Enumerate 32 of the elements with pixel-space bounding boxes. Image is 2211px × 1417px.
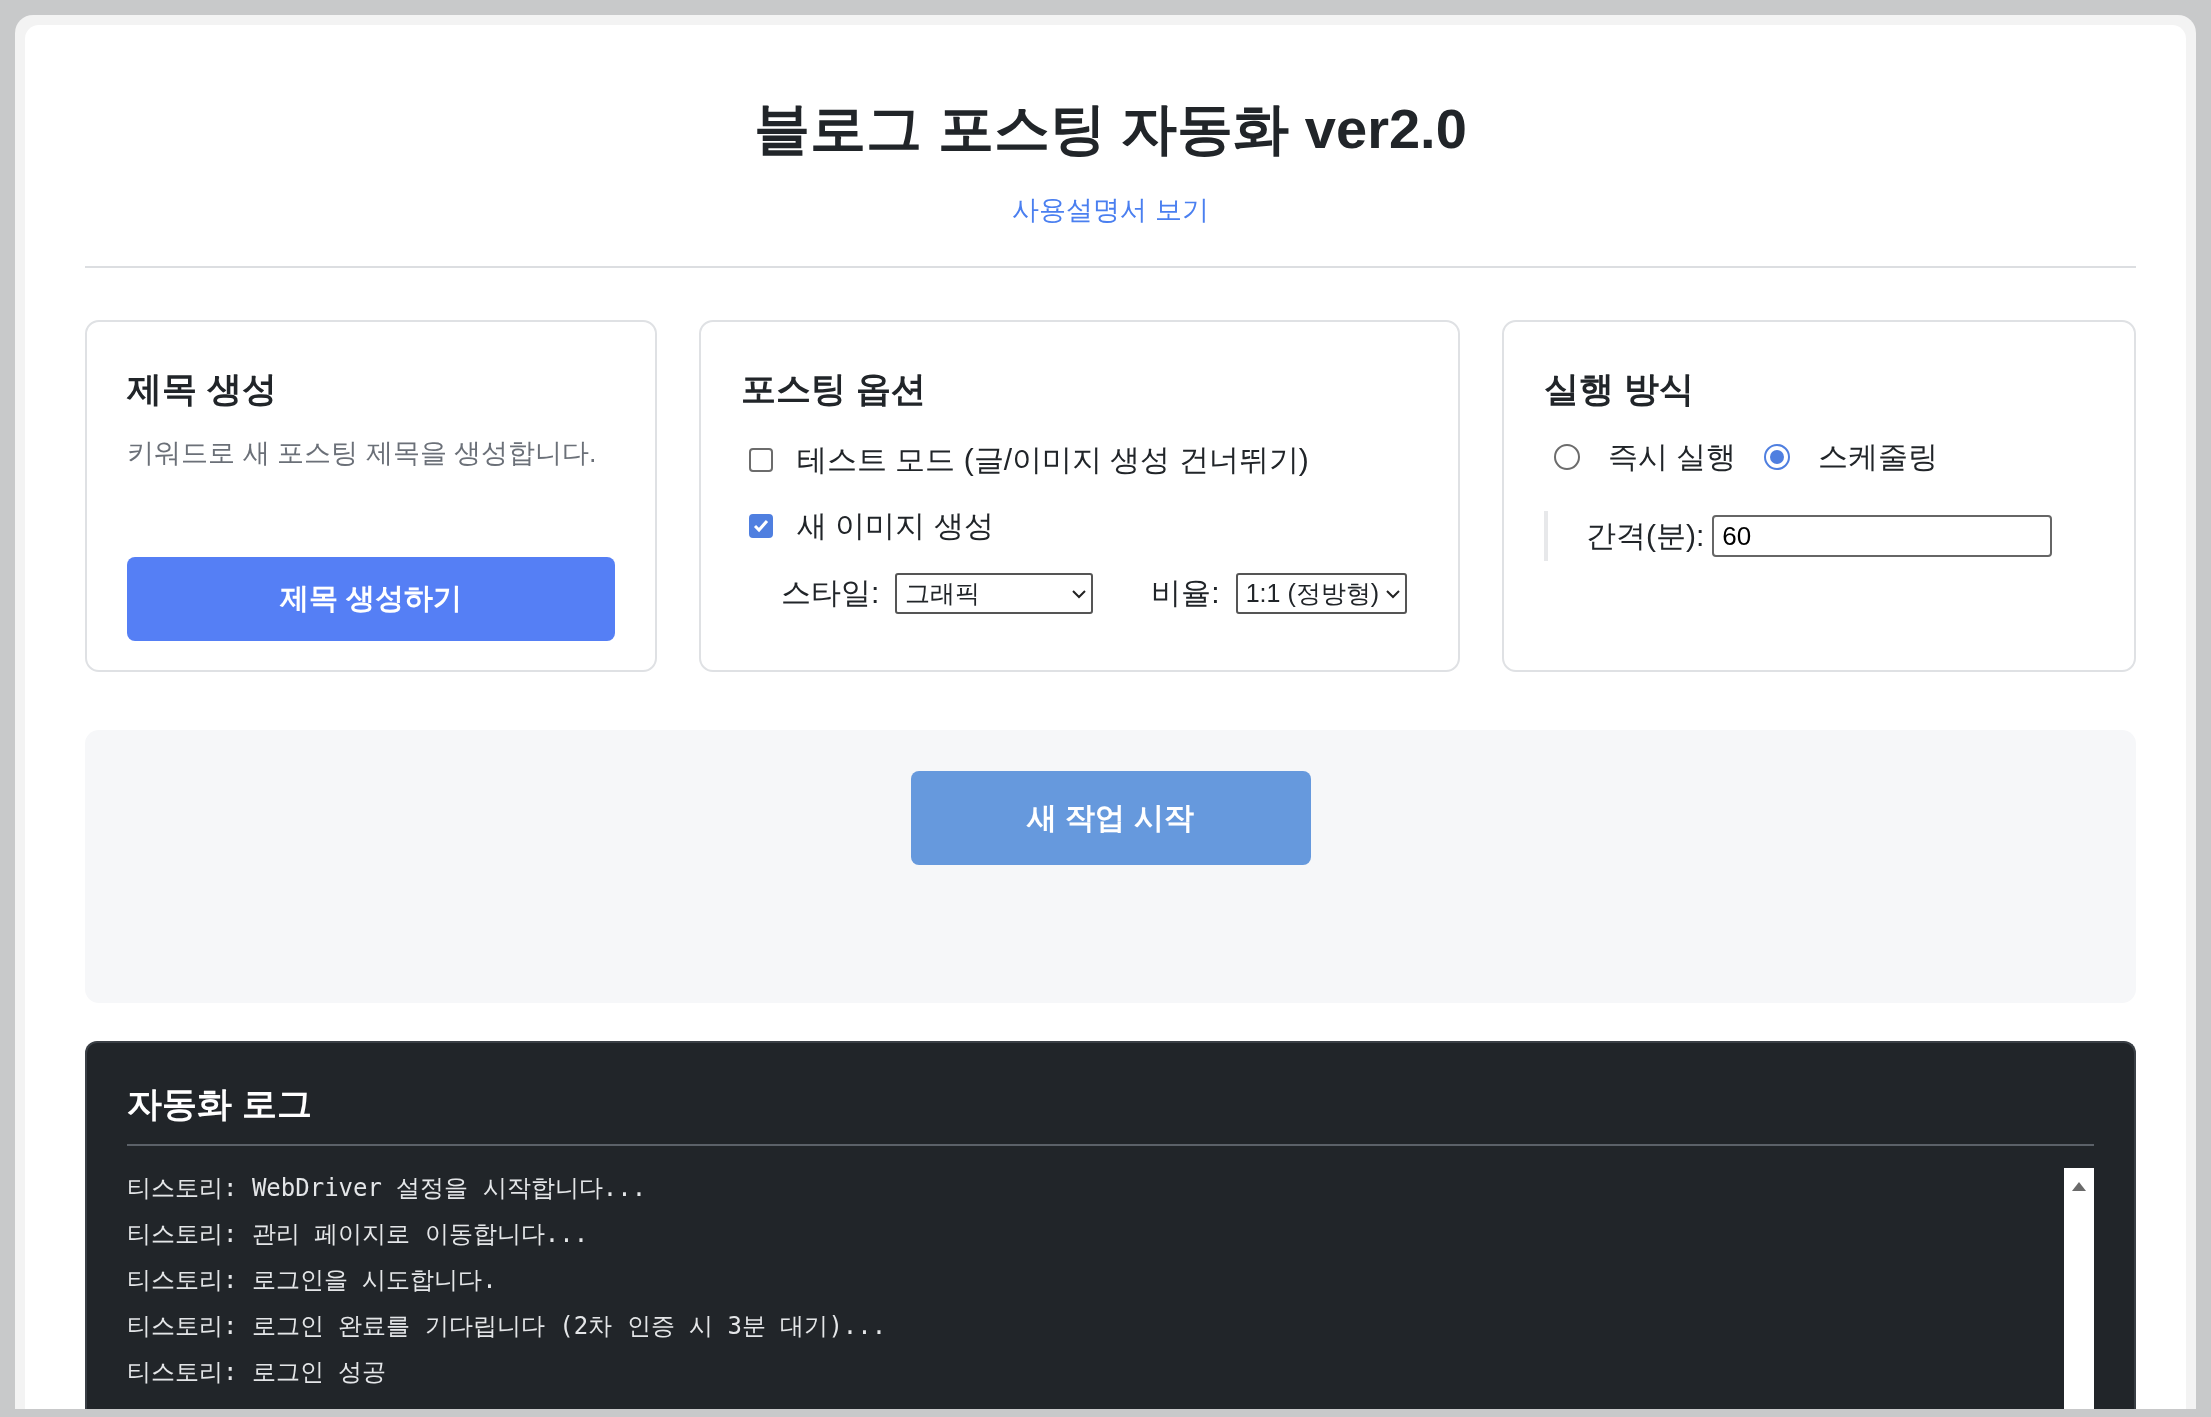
check-icon <box>753 519 769 534</box>
checkbox-label: 새 이미지 생성 <box>797 507 994 544</box>
card-description: 키워드로 새 포스팅 제목을 생성합니다. <box>127 437 598 471</box>
radio-button[interactable] <box>1554 444 1580 471</box>
checkbox[interactable] <box>749 448 773 473</box>
log-line: 티스토리: WebDriver 설정을 시작합니다... <box>127 1173 648 1205</box>
select-label: 스타일: <box>781 575 880 612</box>
log-line: 티스토리: 로그인 완료를 기다립니다 (2차 인증 시 3분 대기)... <box>127 1311 888 1343</box>
card-title: 포스팅 옵션 <box>741 368 927 411</box>
card-title: 실행 방식 <box>1544 368 1695 411</box>
page-title: 블로그 포스팅 자동화 ver2.0 <box>753 96 1468 162</box>
log-line: 티스토리: 로그인 성공 <box>127 1357 388 1389</box>
caret-icon <box>1071 588 1088 599</box>
radio-button[interactable] <box>1764 444 1791 471</box>
checkbox-label: 테스트 모드 (글/이미지 생성 건너뛰기) <box>797 441 1309 478</box>
dropdown[interactable]: 1:1 (정방형) <box>1235 573 1408 615</box>
log-line: 티스토리: 관리 페이지로 이동합니다... <box>127 1219 590 1251</box>
log-title: 자동화 로그 <box>127 1083 313 1126</box>
scrollbar[interactable] <box>2064 1168 2094 1409</box>
caret-icon <box>1385 588 1402 599</box>
dropdown[interactable]: 그래픽 <box>895 573 1094 615</box>
scroll-up-icon[interactable] <box>2071 1180 2087 1193</box>
radio-label: 즉시 실행 <box>1608 438 1737 475</box>
card-title: 제목 생성 <box>127 368 278 411</box>
select-label: 비율: <box>1151 575 1220 612</box>
interval-label: 간격(분): <box>1586 517 1705 554</box>
checkbox[interactable] <box>749 514 773 539</box>
generate-title-button[interactable]: 제목 생성하기 <box>127 557 615 642</box>
radio-label: 스케줄링 <box>1818 438 1939 475</box>
interval-input[interactable]: 60 <box>1712 515 2053 558</box>
log-line: 티스토리: 로그인을 시도합니다. <box>127 1265 498 1297</box>
manual-link[interactable]: 사용설명서 보기 <box>1012 192 1209 229</box>
